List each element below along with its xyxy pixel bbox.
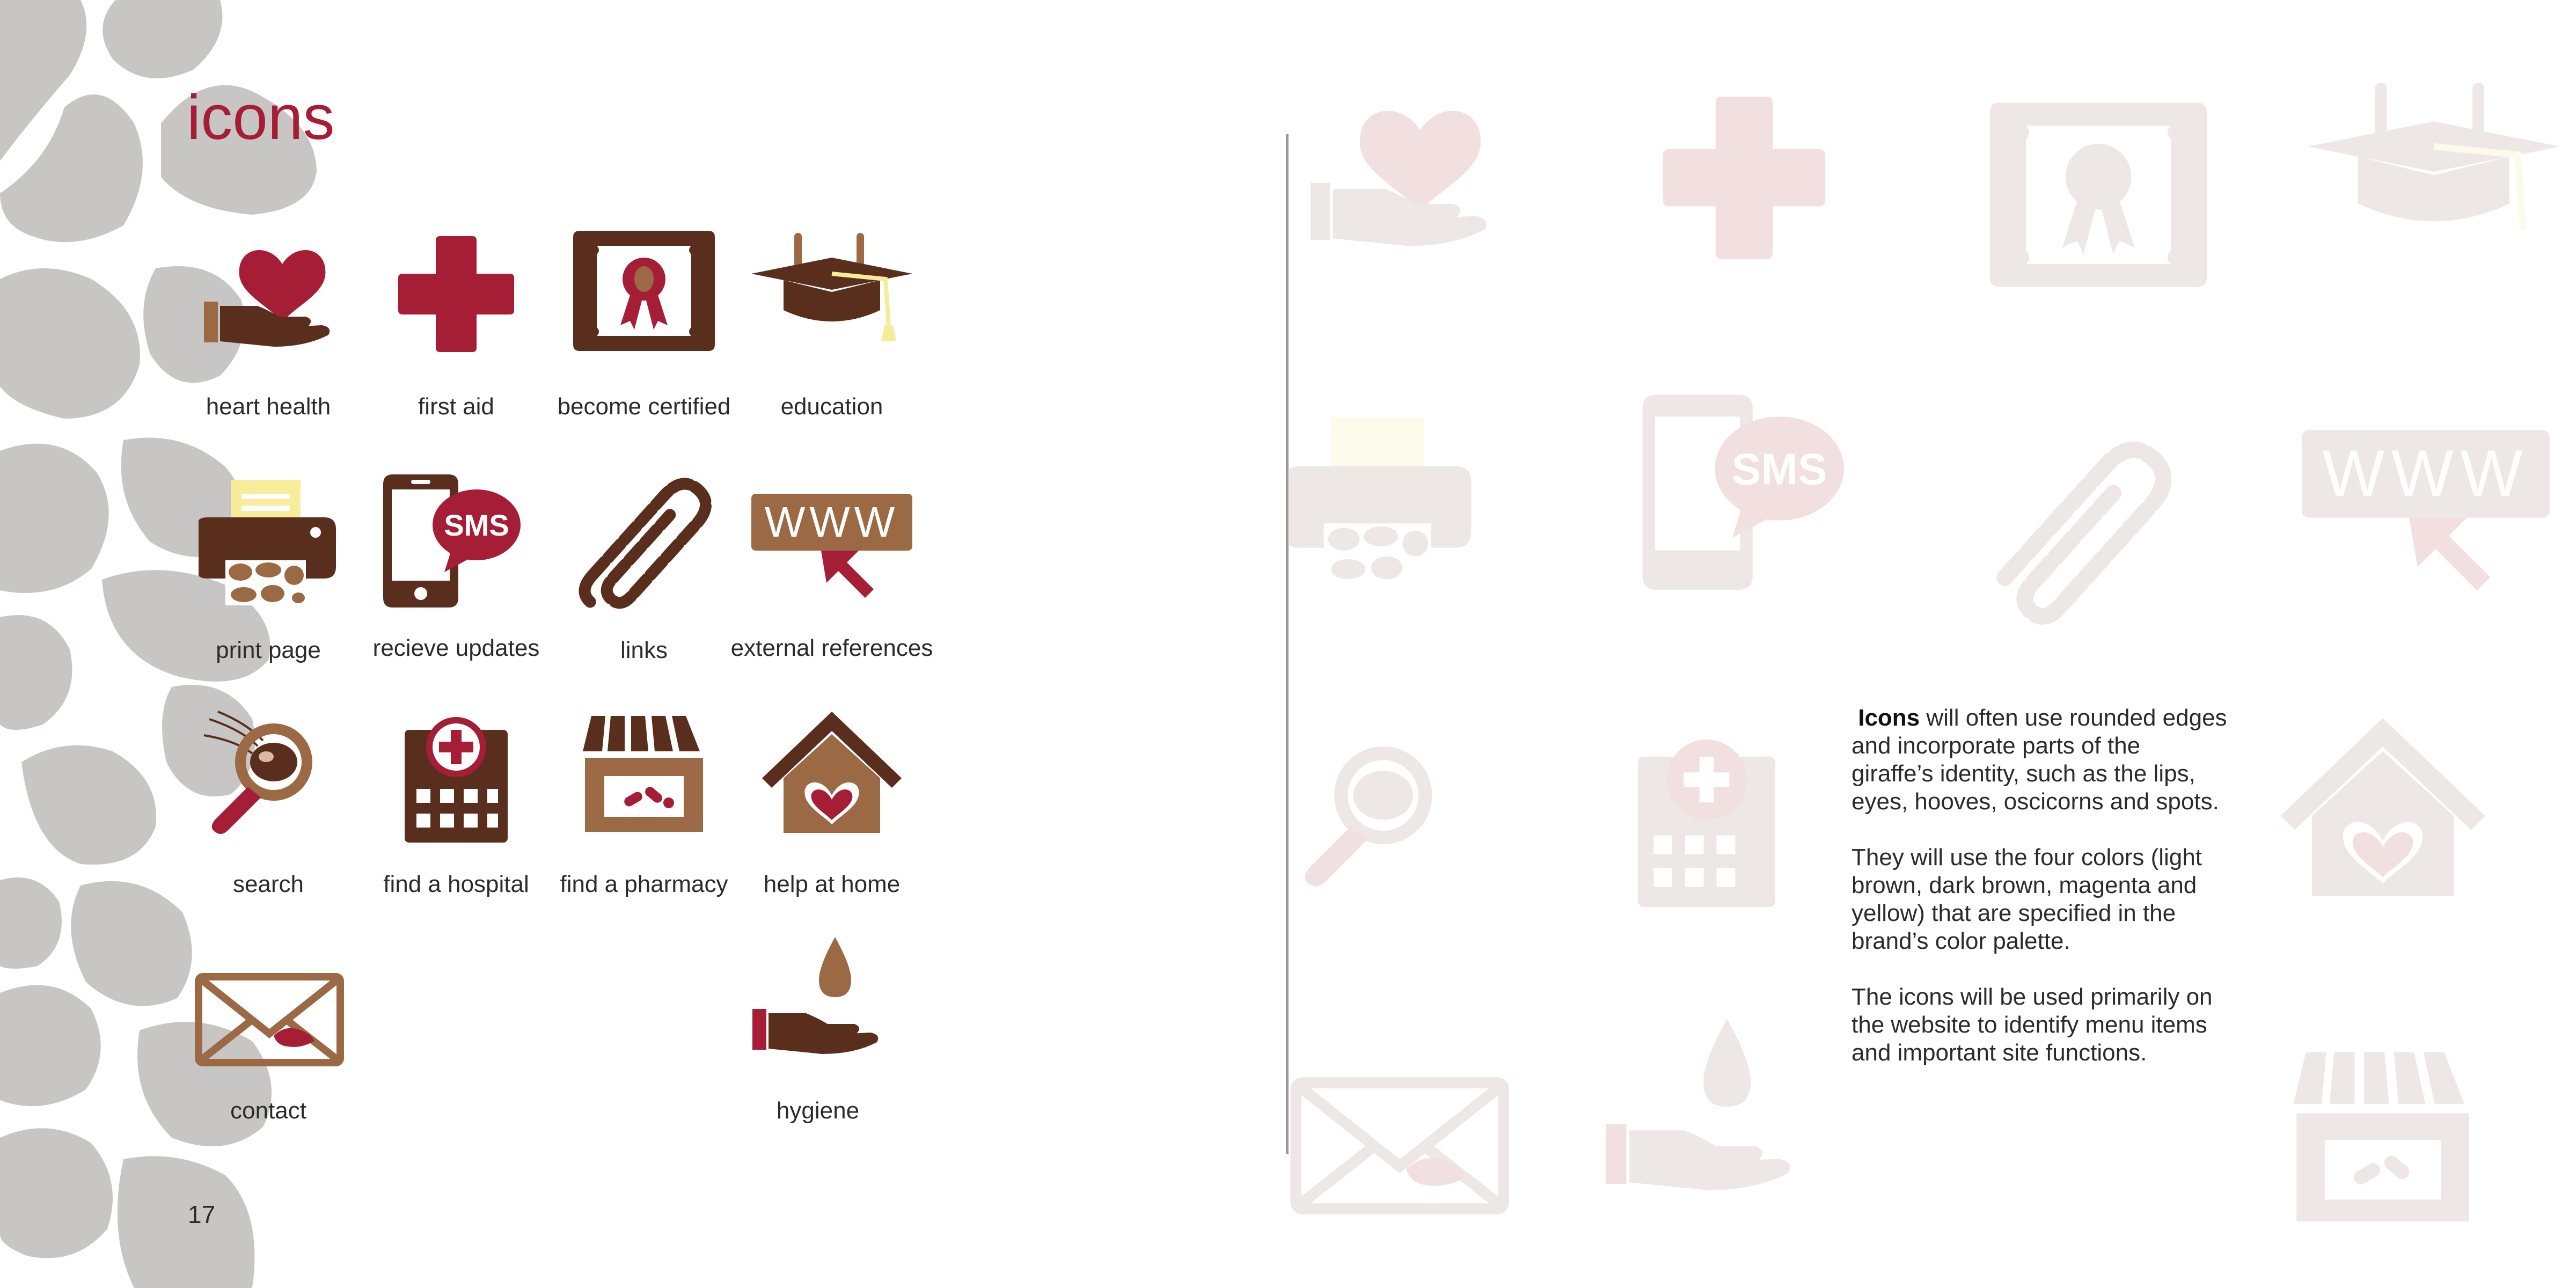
- ghost-phone-sms-icon: SMS: [1642, 394, 1844, 590]
- hand-heart-icon: [204, 250, 330, 347]
- description-paragraph-3: The icons will be used primarily on the …: [1851, 984, 2213, 1066]
- svg-text:WWW: WWW: [765, 498, 899, 546]
- pharmacy-icon: [583, 716, 703, 832]
- ghost-hand-heart-icon: [1311, 111, 1487, 246]
- svg-text:SMS: SMS: [444, 508, 509, 542]
- description-paragraph-1: Icons will often use rounded edges and i…: [1851, 704, 2227, 816]
- house-heart-icon: [762, 712, 902, 833]
- ghost-paperclip-icon: [1996, 441, 2172, 625]
- ghost-house-heart-icon: [2280, 718, 2485, 896]
- description-lead: Icons: [1858, 705, 1920, 731]
- icon-label-hygiene: hygiene: [776, 1097, 860, 1124]
- ghost-hand-drop-icon: [1606, 1019, 1790, 1190]
- ghost-certificate-icon: [1989, 103, 2207, 287]
- printer-icon: [199, 480, 336, 605]
- ghost-magnifier-eye-icon: [1305, 746, 1432, 887]
- ghost-graduation-cap-icon: [2308, 82, 2560, 231]
- ghost-pharmacy-icon: [2293, 1052, 2469, 1222]
- ghost-printer-icon: [1288, 416, 1472, 584]
- hand-drop-icon: [752, 937, 879, 1054]
- svg-text:WWW: WWW: [2322, 437, 2529, 511]
- icon-label-help-at-home: help at home: [763, 871, 901, 897]
- phone-sms-icon: SMS: [383, 474, 521, 608]
- paperclip-icon: [579, 478, 712, 609]
- icons-description: Icons will often use rounded edges and i…: [1851, 704, 2227, 1095]
- description-paragraph-2: They will use the four colors (light bro…: [1851, 844, 2202, 954]
- page-number: 17: [188, 1201, 216, 1228]
- icon-label-education: education: [780, 393, 883, 420]
- hospital-icon: [405, 717, 508, 843]
- svg-text:SMS: SMS: [1732, 445, 1827, 494]
- ghost-cross-icon: [1663, 97, 1826, 259]
- ghost-www-icon: WWW: [2302, 430, 2550, 590]
- certificate-icon: [573, 231, 715, 351]
- graduation-cap-icon: [751, 233, 912, 341]
- ghost-hospital-icon: [1638, 740, 1775, 907]
- ghost-envelope-icon: [1290, 1077, 1510, 1214]
- www-icon: WWW: [751, 494, 912, 598]
- magnifier-eye-icon: [203, 711, 312, 834]
- icon-label-external-references: external references: [730, 635, 933, 661]
- envelope-icon: [195, 973, 344, 1066]
- cross-icon: [398, 236, 514, 352]
- page-title: icons: [187, 82, 335, 153]
- icon-label-contact: contact: [230, 1097, 306, 1124]
- page-divider: [1286, 134, 1289, 1154]
